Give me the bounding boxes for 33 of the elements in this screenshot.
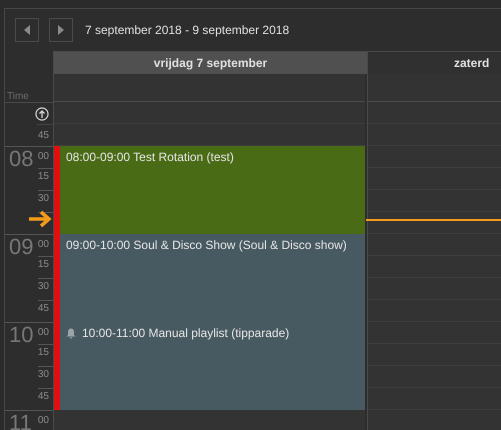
event-block[interactable]: 08:00-09:00 Test Rotation (test) <box>54 146 365 234</box>
minute-label: 15 <box>38 258 49 272</box>
minute-label: 15 <box>38 346 49 360</box>
minute-label: 00 <box>38 326 49 340</box>
scroll-up-icon[interactable] <box>35 106 49 120</box>
minute-label: 30 <box>38 192 49 206</box>
hour-label: 08 <box>8 147 34 173</box>
minute-label: 45 <box>38 130 49 141</box>
time-label: Time <box>7 91 29 102</box>
minute-label: 15 <box>38 170 49 184</box>
right-triangle-icon <box>58 25 64 35</box>
hour-label: 10 <box>8 323 34 349</box>
minute-label: 30 <box>38 280 49 294</box>
minute-label: 30 <box>38 368 49 382</box>
event-title: 08:00-09:00 Test Rotation (test) <box>66 150 234 164</box>
hour-label: 11 <box>8 411 33 430</box>
event-title: 09:00-10:00 Soul & Disco Show (Soul & Disco show) <box>66 238 347 252</box>
event-block[interactable]: 09:00-10:00 Soul & Disco Show (Soul & Disco show) <box>54 234 365 322</box>
event-title: 10:00-11:00 Manual playlist (tipparade) <box>82 326 290 340</box>
hour-label: 09 <box>8 235 34 261</box>
day-header[interactable]: zaterd <box>367 51 501 74</box>
left-triangle-icon <box>24 25 30 35</box>
previous-button[interactable] <box>15 18 39 42</box>
day-header[interactable]: vrijdag 7 september <box>53 51 367 74</box>
minute-label: 45 <box>38 302 49 316</box>
next-button[interactable] <box>49 18 73 42</box>
minute-label: 00 <box>38 238 49 252</box>
minute-label: 00 <box>38 150 49 164</box>
date-range: 7 september 2018 - 9 september 2018 <box>85 23 290 37</box>
current-time-arrow-icon <box>28 210 52 228</box>
event-block[interactable]: 10:00-11:00 Manual playlist (tipparade) <box>54 322 365 410</box>
minute-label: 00 <box>38 414 49 428</box>
minute-label: 45 <box>38 390 49 404</box>
